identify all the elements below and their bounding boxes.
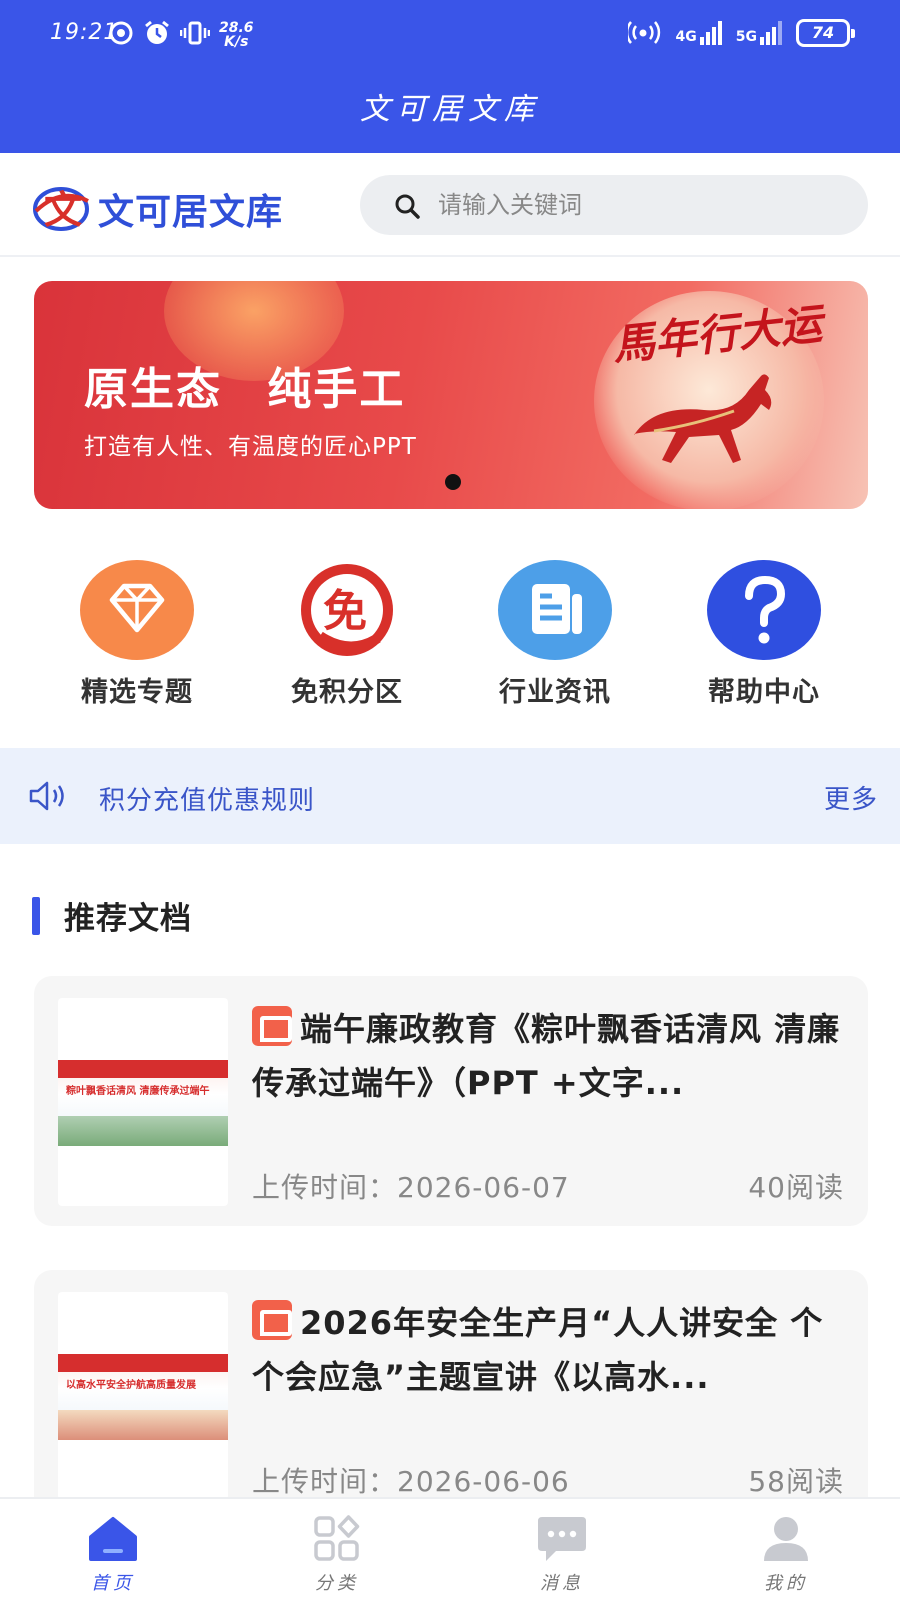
signal-5g-label: 5G [735,29,757,45]
tab-profile[interactable]: 我的 [726,1515,846,1595]
quick-entry-label: 帮助中心 [708,677,820,708]
signal-4g: 4G [676,21,722,45]
quick-entry-label: 行业资讯 [499,677,611,708]
status-right-icons: 4G 5G 74 [625,18,855,48]
doc-upload-time: 上传时间：2026-06-07 [252,1166,570,1206]
doc-title[interactable]: 端午廉政教育《粽叶飘香话清风 清廉传承过端午》（PPT +文字... [252,1002,852,1110]
thumbnail-caption: 粽叶飘香话清风 清廉传承过端午 [66,1086,210,1097]
tab-messages[interactable]: 消息 [502,1515,622,1595]
tab-label: 我的 [764,1573,808,1594]
notice-text[interactable]: 积分充值优惠规则 [99,780,315,817]
alarm-icon [143,19,171,51]
promo-banner[interactable]: 原生态 纯手工 打造有人性、有温度的匠心PPT 馬年行大运 [34,281,868,509]
signal-4g-label: 4G [675,29,697,45]
bottom-tab-bar: 首页 分类 消息 我的 [0,1497,900,1600]
header-row: 文 文可居文库 [0,153,900,257]
quick-entry-free-zone[interactable]: 免 免积分区 [247,560,447,709]
doc-card[interactable]: 粽叶飘香话清风 清廉传承过端午 端午廉政教育《粽叶飘香话清风 清廉传承过端午》（… [34,976,868,1226]
notice-bar[interactable]: 积分充值优惠规则 更多 [0,748,900,844]
quick-entry-industry-news[interactable]: 行业资讯 [455,560,655,709]
quick-entry-label: 精选专题 [81,677,193,708]
doc-read-count: 58阅读 [748,1465,844,1498]
upload-date: 2026-06-07 [397,1171,570,1204]
upload-date: 2026-06-06 [397,1465,570,1498]
network-speed-unit: K/s [224,34,249,50]
section-title: 推荐文档 [64,901,192,937]
brand-name: 文可居文库 [98,192,284,233]
chat-app-icon [108,20,134,50]
message-icon [536,1515,588,1563]
signal-5g: 5G [736,21,782,45]
quick-entry-featured-topics[interactable]: 精选专题 [37,560,237,709]
upload-label: 上传时间： [252,1465,398,1498]
thumbnail-header-strip [58,1060,228,1078]
thumbnail-header-strip [58,1354,228,1372]
signal-bars-icon [699,21,722,45]
thumbnail-caption: 以高水平安全护航高质量发展 [66,1380,196,1391]
search-bar[interactable] [360,175,868,235]
doc-upload-time: 上传时间：2026-06-06 [252,1460,570,1500]
hotspot-icon [625,18,662,48]
thumbnail-illustration [58,1116,228,1146]
search-input[interactable] [438,183,838,227]
doc-thumbnail: 以高水平安全护航高质量发展 [58,1292,228,1500]
tab-label: 首页 [91,1573,135,1594]
quick-entry-label: 免积分区 [291,677,403,708]
notice-more-link[interactable]: 更多 [824,779,878,816]
tab-home[interactable]: 首页 [53,1515,173,1595]
doc-read-count: 40阅读 [748,1171,844,1204]
app-bar-title: 文可居文库 [360,92,540,127]
doc-card[interactable]: 以高水平安全护航高质量发展 2026年安全生产月“人人讲安全 个个会应急”主题宣… [34,1270,868,1520]
section-accent-bar [32,897,40,935]
tab-label: 消息 [540,1573,584,1594]
svg-text:文: 文 [44,187,82,232]
banner-subheadline: 打造有人性、有温度的匠心PPT [84,434,417,460]
svg-text:免: 免 [323,586,367,637]
doc-title[interactable]: 2026年安全生产月“人人讲安全 个个会应急”主题宣讲《以高水... [252,1296,852,1404]
brand-logo: 文 [32,181,90,233]
free-badge-icon: 免 [290,560,404,660]
doc-thumbnail: 粽叶飘香话清风 清廉传承过端午 [58,998,228,1206]
quick-entry-help-center[interactable]: 帮助中心 [664,560,864,709]
horse-illustration [634,374,772,463]
user-icon [760,1515,812,1563]
network-speed: 28.6 K/s [219,21,254,49]
quick-entries: 精选专题 免 免积分区 行业资讯 帮助中心 [0,560,900,710]
search-icon [395,194,420,219]
question-mark-icon [707,560,821,660]
speaker-icon [29,781,64,811]
tab-label: 分类 [315,1573,359,1594]
signal-bars-icon [760,21,782,45]
vibrate-icon [179,20,211,50]
news-document-icon [498,560,612,660]
upload-label: 上传时间： [252,1171,398,1204]
banner-headline: 原生态 纯手工 [84,364,406,415]
network-speed-value: 28.6 [219,20,254,36]
battery-icon: 74 [796,19,855,47]
home-icon [87,1515,139,1563]
tab-category[interactable]: 分类 [277,1515,397,1595]
top-app-bar: 19:21 28.6 K/s 4G 5G 74 文可居文库 [0,0,900,153]
status-left-icons: 28.6 K/s [108,19,254,51]
carousel-indicator[interactable] [445,474,461,490]
category-grid-icon [311,1515,363,1563]
thumbnail-illustration [58,1410,228,1440]
status-bar: 19:21 28.6 K/s 4G 5G 74 [0,0,900,66]
diamond-icon [80,560,194,660]
